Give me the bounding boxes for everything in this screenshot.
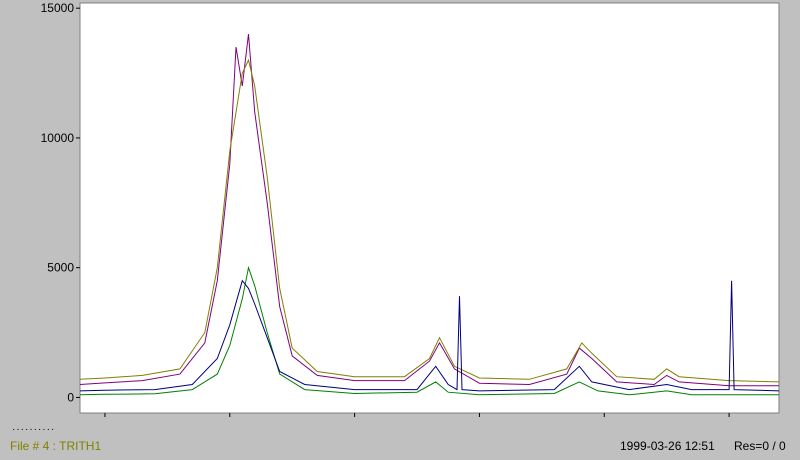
- spectrum-chart: 485486487488489490 0 5000 10000 15000: [41, 1, 780, 417]
- plot-area: [79, 2, 780, 414]
- y-axis: 0 5000 10000 15000: [41, 1, 80, 404]
- x-axis: 485486487488489490: [104, 413, 730, 417]
- y-tick-label: 15000: [41, 1, 75, 15]
- y-tick-label: 10000: [41, 131, 75, 145]
- y-tick-label: 5000: [47, 261, 74, 275]
- timestamp: 1999-03-26 12:51: [620, 439, 715, 453]
- legend-marker: ··········: [12, 424, 56, 435]
- resolution-readout: Res=0 / 0: [734, 439, 786, 453]
- file-label: File # 4 : TRITH1: [10, 439, 102, 453]
- y-tick-label: 0: [67, 390, 74, 404]
